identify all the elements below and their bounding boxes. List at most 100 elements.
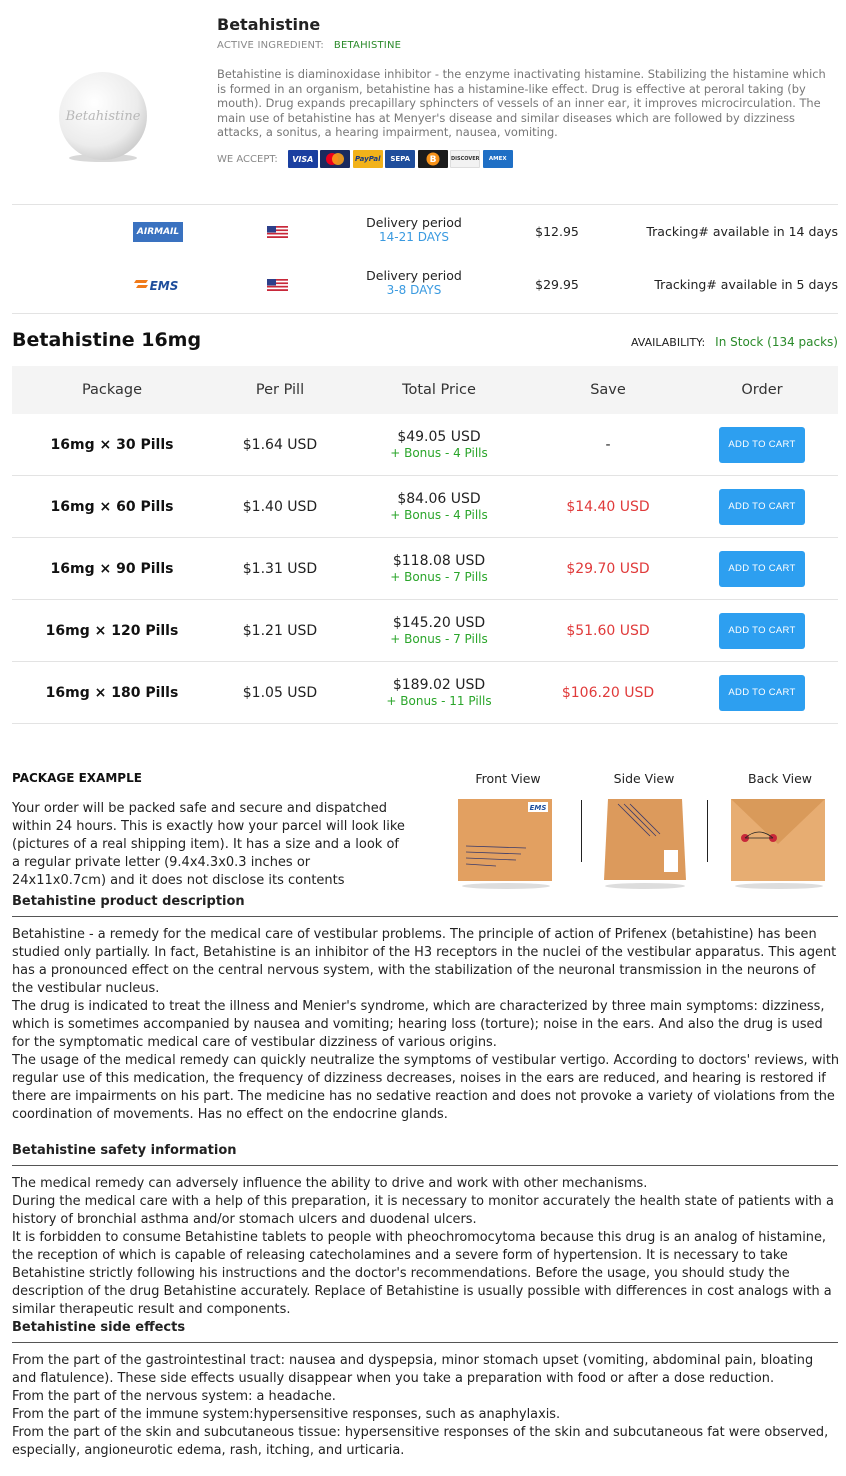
front-view-label: Front View xyxy=(475,771,541,786)
svg-text:EMS: EMS xyxy=(530,804,547,812)
description-paragraph: The drug is indicated to treat the illne… xyxy=(12,999,825,1050)
discover-icon: DISCOVER xyxy=(450,150,481,168)
per-pill-cell: $1.31 USD xyxy=(242,560,318,577)
envelope-back-image xyxy=(731,799,825,889)
svg-text:EMS: EMS xyxy=(150,279,179,293)
bonus-text: + Bonus - 11 Pills xyxy=(386,693,492,708)
strength-title: Betahistine 16mg xyxy=(12,329,202,351)
active-ingredient: ACTIVE INGREDIENT: BETAHISTINE xyxy=(217,40,401,51)
package-cell: 16mg × 180 Pills xyxy=(45,684,179,701)
total-price: $118.08 USD xyxy=(392,552,486,569)
safety-body: The medical remedy can adversely influen… xyxy=(12,1175,840,1319)
save-cell: $14.40 USD xyxy=(566,498,650,515)
visa-icon: VISA xyxy=(287,150,318,168)
side-effects-paragraph: From the part of the nervous system: a h… xyxy=(12,1389,336,1404)
pricing-table: Package Per Pill Total Price Save Order … xyxy=(12,366,838,724)
per-pill-cell: $1.40 USD xyxy=(242,498,318,515)
per-pill-cell: $1.64 USD xyxy=(242,436,318,453)
pill-image: Betahistine xyxy=(59,72,147,162)
us-flag-icon xyxy=(267,279,288,291)
table-row: 16mg × 120 Pills $1.21 USD $145.20 USD +… xyxy=(12,600,838,662)
delivery-period: Delivery period 3-8 DAYS xyxy=(352,268,476,298)
us-flag-icon xyxy=(267,226,288,238)
table-row: 16mg × 30 Pills $1.64 USD $49.05 USD + B… xyxy=(12,414,838,476)
active-ingredient-label: ACTIVE INGREDIENT: xyxy=(217,40,324,51)
airmail-logo: AIRMAIL xyxy=(133,222,183,242)
bonus-text: + Bonus - 4 Pills xyxy=(390,507,488,522)
safety-paragraph: It is forbidden to consume Betahistine t… xyxy=(12,1230,832,1317)
save-cell: - xyxy=(605,436,611,453)
safety-paragraph: The medical remedy can adversely influen… xyxy=(12,1176,648,1191)
add-to-cart-button[interactable]: ADD TO CART xyxy=(719,488,805,525)
bonus-text: + Bonus - 7 Pills xyxy=(390,569,488,584)
product-title: Betahistine xyxy=(217,15,321,34)
delivery-days: 3-8 DAYS xyxy=(386,283,442,297)
description-title: Betahistine product description xyxy=(12,894,245,909)
package-cell: 16mg × 120 Pills xyxy=(45,622,179,639)
description-paragraph: Betahistine - a remedy for the medical c… xyxy=(12,927,837,996)
total-price-cell: $84.06 USD + Bonus - 4 Pills xyxy=(348,491,530,523)
amex-icon: AMEX xyxy=(482,150,513,168)
paypal-icon: PayPal xyxy=(352,150,383,168)
package-cell: 16mg × 90 Pills xyxy=(50,560,174,577)
view-separator xyxy=(581,800,582,862)
package-cell: 16mg × 60 Pills xyxy=(50,498,174,515)
per-pill-cell: $1.05 USD xyxy=(242,684,318,701)
view-separator xyxy=(707,800,708,862)
add-to-cart-button[interactable]: ADD TO CART xyxy=(719,550,805,587)
total-price: $84.06 USD xyxy=(397,490,481,507)
add-to-cart-button[interactable]: ADD TO CART xyxy=(719,426,805,463)
product-description: Betahistine is diaminoxidase inhibitor -… xyxy=(217,67,826,140)
description-body: Betahistine - a remedy for the medical c… xyxy=(12,926,840,1124)
total-price: $189.02 USD xyxy=(392,676,486,693)
side-view-label: Side View xyxy=(613,771,675,786)
delivery-period-label: Delivery period xyxy=(366,268,462,283)
table-row: 16mg × 180 Pills $1.05 USD $189.02 USD +… xyxy=(12,662,838,724)
save-cell: $29.70 USD xyxy=(566,560,650,577)
delivery-period-label: Delivery period xyxy=(366,215,462,230)
table-row: 16mg × 90 Pills $1.31 USD $118.08 USD + … xyxy=(12,538,838,600)
save-cell: $106.20 USD xyxy=(561,684,655,701)
total-price: $49.05 USD xyxy=(397,428,481,445)
delivery-days: 14-21 DAYS xyxy=(379,230,449,244)
add-to-cart-button[interactable]: ADD TO CART xyxy=(719,674,805,711)
divider xyxy=(12,313,838,314)
table-row: 16mg × 60 Pills $1.40 USD $84.06 USD + B… xyxy=(12,476,838,538)
package-cell: 16mg × 30 Pills xyxy=(50,436,174,453)
back-view-label: Back View xyxy=(748,771,812,786)
section-divider xyxy=(12,1165,838,1166)
bitcoin-icon: B xyxy=(417,150,448,168)
shipping-price: $12.95 xyxy=(535,224,579,239)
total-price-cell: $145.20 USD + Bonus - 7 Pills xyxy=(348,615,530,647)
safety-paragraph: During the medical care with a help of t… xyxy=(12,1194,834,1227)
side-effects-body: From the part of the gastrointestinal tr… xyxy=(12,1352,840,1460)
availability-label: AVAILABILITY: xyxy=(630,336,706,349)
table-header: Package Per Pill Total Price Save Order xyxy=(12,366,838,414)
payment-methods: WE ACCEPT: VISA PayPal SEPA B DISCOVER A… xyxy=(217,150,515,168)
side-effects-paragraph: From the part of the immune system:hyper… xyxy=(12,1407,561,1422)
envelope-side-image xyxy=(604,799,686,889)
description-paragraph: The usage of the medical remedy can quic… xyxy=(12,1053,840,1122)
header-order: Order xyxy=(741,382,783,398)
mastercard-icon xyxy=(320,150,351,168)
shipping-price: $29.95 xyxy=(535,277,579,292)
package-example-title: PACKAGE EXAMPLE xyxy=(12,771,142,785)
pill-imprint: Betahistine xyxy=(65,109,141,124)
header-save: Save xyxy=(590,382,626,398)
svg-text:B: B xyxy=(429,155,436,165)
header-per-pill: Per Pill xyxy=(255,382,305,398)
safety-title: Betahistine safety information xyxy=(12,1143,237,1158)
add-to-cart-button[interactable]: ADD TO CART xyxy=(719,612,805,649)
bonus-text: + Bonus - 7 Pills xyxy=(390,631,488,646)
total-price-cell: $49.05 USD + Bonus - 4 Pills xyxy=(348,429,530,461)
active-ingredient-link[interactable]: BETAHISTINE xyxy=(334,40,401,51)
envelope-front-image: EMS xyxy=(458,799,552,889)
availability: AVAILABILITY: In Stock (134 packs) xyxy=(631,335,838,349)
tracking-info: Tracking# available in 5 days xyxy=(654,277,838,292)
we-accept-label: WE ACCEPT: xyxy=(217,153,278,165)
divider xyxy=(12,204,838,205)
section-divider xyxy=(12,916,838,917)
total-price-cell: $189.02 USD + Bonus - 11 Pills xyxy=(348,677,530,709)
header-package: Package xyxy=(81,382,143,398)
side-effects-title: Betahistine side effects xyxy=(12,1320,186,1335)
